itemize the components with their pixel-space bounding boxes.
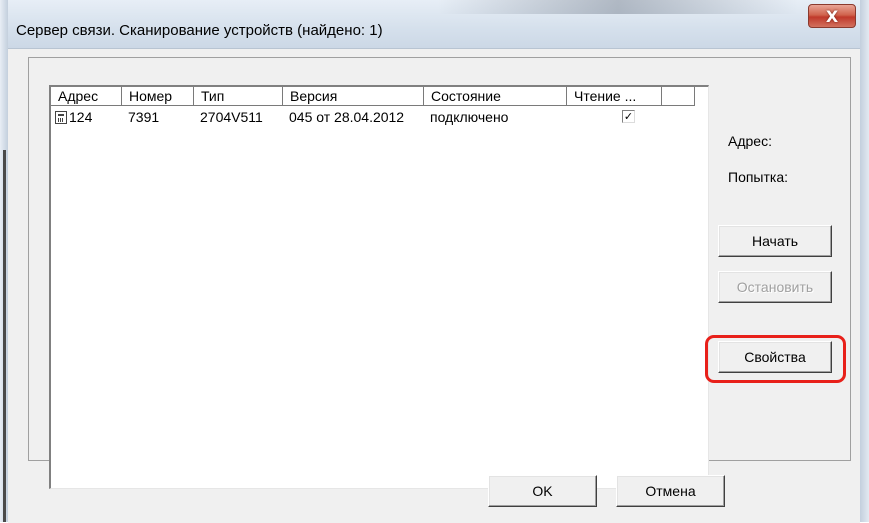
column-header-address[interactable]: Адрес <box>51 87 122 106</box>
list-header: Адрес Номер Тип Версия Состояние Чтение … <box>51 87 708 108</box>
cell-type: 2704V511 <box>200 109 263 125</box>
device-icon <box>55 111 67 124</box>
cancel-button[interactable]: Отмена <box>616 475 725 507</box>
close-icon: X <box>825 6 839 26</box>
column-header-state[interactable]: Состояние <box>424 87 567 106</box>
address-label: Адрес: <box>728 133 772 149</box>
table-row[interactable]: 124 7391 2704V511 045 от 28.04.2012 подк… <box>51 108 708 126</box>
window-frame-right <box>860 0 869 522</box>
column-header-version[interactable]: Версия <box>283 87 424 106</box>
title-bar-sheen <box>438 0 798 14</box>
column-header-filler <box>662 87 695 106</box>
ok-button[interactable]: OK <box>488 475 597 507</box>
column-header-type[interactable]: Тип <box>194 87 283 106</box>
column-header-reading[interactable]: Чтение ... <box>567 87 662 106</box>
reading-checkbox[interactable]: ✓ <box>622 110 635 123</box>
device-list[interactable]: Адрес Номер Тип Версия Состояние Чтение … <box>49 85 709 489</box>
attempt-label: Попытка: <box>728 169 789 185</box>
stop-button[interactable]: Остановить <box>718 271 832 303</box>
window-frame-edge <box>3 150 6 522</box>
column-header-number[interactable]: Номер <box>122 87 194 106</box>
cell-state: подключено <box>430 109 509 125</box>
window-title: Сервер связи. Сканирование устройств (на… <box>16 22 383 39</box>
cell-address-value: 124 <box>69 109 93 125</box>
cell-number: 7391 <box>128 109 160 125</box>
start-button[interactable]: Начать <box>718 225 832 257</box>
cell-version: 045 от 28.04.2012 <box>289 109 405 125</box>
properties-button[interactable]: Свойства <box>718 341 832 373</box>
cell-address: 124 <box>51 108 122 126</box>
dialog-client-area: Адрес Номер Тип Версия Состояние Чтение … <box>8 48 860 523</box>
window-frame-left <box>0 0 8 522</box>
title-bar[interactable]: Сервер связи. Сканирование устройств (на… <box>8 0 860 48</box>
close-button[interactable]: X <box>808 4 856 28</box>
